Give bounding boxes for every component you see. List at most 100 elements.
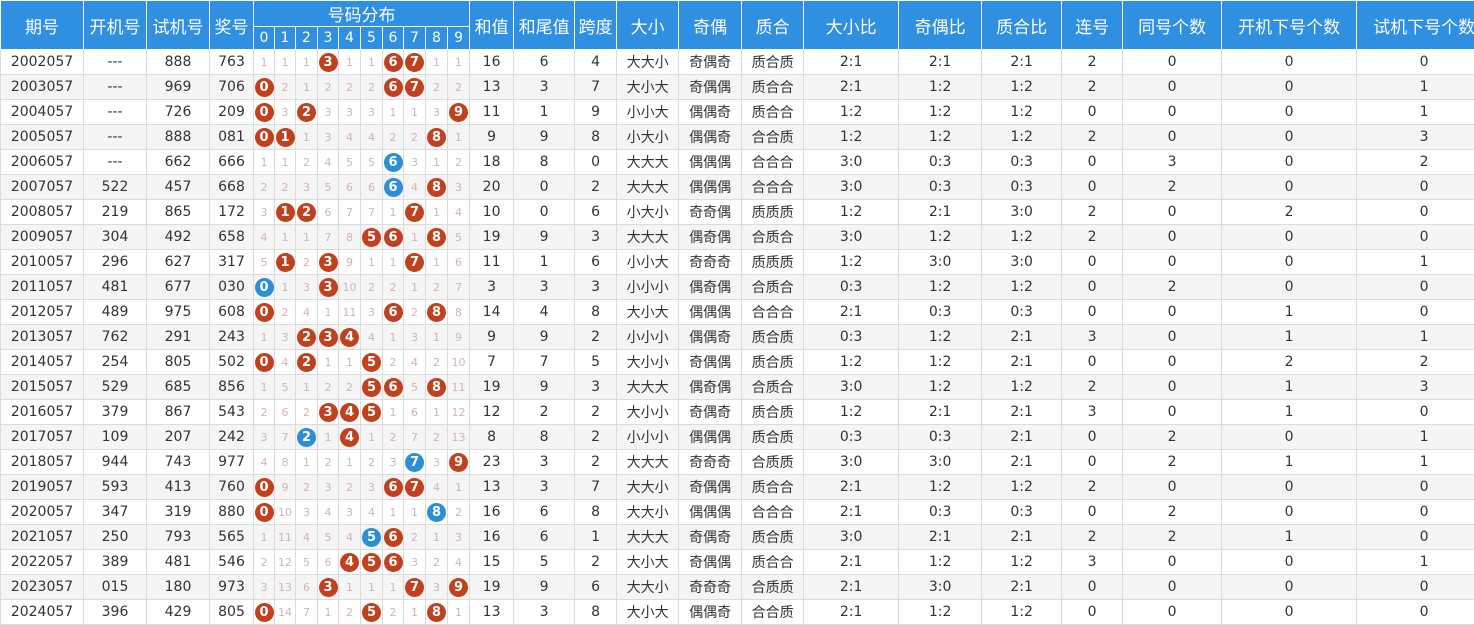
digit-miss-cell: 2 <box>360 74 383 100</box>
digit-miss-cell: 1 <box>253 524 275 550</box>
digit-hit-cell: 3 <box>317 574 339 600</box>
size-ratio-cell: 3:0 <box>803 524 900 550</box>
test-machine-cell: 865 <box>146 199 210 225</box>
digit-miss-cell: 3 <box>360 299 383 325</box>
digit-miss-cell: 1 <box>425 524 448 550</box>
odd-even-ratio-cell: 2:1 <box>898 199 983 225</box>
consecutive-cell: 0 <box>1061 349 1124 375</box>
size-cell: 大大小 <box>616 574 680 600</box>
digit-hit-cell: 9 <box>446 449 471 475</box>
period-cell: 2011057 <box>0 274 84 300</box>
size-ratio-cell: 1:2 <box>803 399 900 425</box>
digit-miss-cell: 2 <box>446 74 471 100</box>
digit-hit-cell: 8 <box>425 299 448 325</box>
miss-count: 2 <box>303 405 310 419</box>
sum-tail-cell: 3 <box>513 474 576 500</box>
sum-tail-cell: 3 <box>513 449 576 475</box>
digit-miss-cell: 1 <box>382 249 404 275</box>
digit-miss-cell: 4 <box>446 549 471 575</box>
digit-miss-cell: 1 <box>382 574 404 600</box>
miss-count: 1 <box>260 380 268 394</box>
digit-miss-cell: 5 <box>360 149 383 175</box>
col-odd-even-ratio-header[interactable]: 奇偶比 <box>898 0 983 50</box>
open-next-cell: 0 <box>1221 174 1358 200</box>
digit-miss-cell: 2 <box>425 274 448 300</box>
col-open-machine-header[interactable]: 开机号 <box>83 0 147 50</box>
col-prime-ratio-header[interactable]: 质合比 <box>981 0 1063 50</box>
table-row: 2014057 254 805 502 0 4 2 1 1 5 2 4 2 10 7 7 5 大小小 奇偶偶 质合质 1… <box>0 349 1474 375</box>
same-count-cell: 0 <box>1122 599 1223 625</box>
digit-miss-cell: 1 <box>360 574 383 600</box>
col-open-next-header[interactable]: 开机下号个数 <box>1221 0 1358 50</box>
period-cell: 2010057 <box>0 249 84 275</box>
col-odd-even-header[interactable]: 奇偶 <box>678 0 743 50</box>
test-next-cell: 1 <box>1356 449 1474 475</box>
digit-miss-cell: 3 <box>360 99 383 125</box>
miss-count: 2 <box>281 180 289 194</box>
col-period-header[interactable]: 期号 <box>0 0 84 50</box>
digit-miss-cell: 7 <box>274 424 296 450</box>
open-next-cell: 0 <box>1221 549 1358 575</box>
miss-count: 4 <box>324 505 332 519</box>
lottery-trend-table: 期号 开机号 试机号 奖号 号码分布 和值 和尾值 跨度 大小 奇偶 质合 大小… <box>0 0 1474 625</box>
miss-count: 1 <box>433 255 440 269</box>
miss-count: 11 <box>342 305 357 319</box>
sum-cell: 13 <box>469 599 515 625</box>
period-cell: 2012057 <box>0 299 84 325</box>
odd-even-cell: 偶奇偶 <box>678 274 743 300</box>
digit-hit-cell: 6 <box>382 474 404 500</box>
digit-hit-cell: 4 <box>338 324 361 350</box>
col-prime-composite-header[interactable]: 质合 <box>741 0 805 50</box>
digit-miss-cell: 1 <box>382 399 404 425</box>
col-sum-tail-header[interactable]: 和尾值 <box>513 0 576 50</box>
miss-count: 6 <box>455 255 463 269</box>
span-cell: 7 <box>574 474 618 500</box>
prime-composite-cell: 合质质 <box>741 574 805 600</box>
prime-ratio-cell: 0:3 <box>981 174 1063 200</box>
prize-cell: 805 <box>209 599 254 625</box>
ball-red: 8 <box>427 377 446 397</box>
prime-composite-cell: 合合合 <box>741 174 805 200</box>
miss-count: 4 <box>281 355 289 369</box>
miss-count: 6 <box>324 555 332 569</box>
col-prize-header[interactable]: 奖号 <box>209 0 254 50</box>
col-span-header[interactable]: 跨度 <box>574 0 618 50</box>
col-test-next-header[interactable]: 试机下号个数 <box>1356 0 1474 50</box>
sum-cell: 13 <box>469 74 515 100</box>
sum-cell: 16 <box>469 499 515 525</box>
span-cell: 8 <box>574 299 618 325</box>
ball-blue: 6 <box>383 177 403 197</box>
same-count-cell: 0 <box>1122 99 1223 125</box>
consecutive-cell: 2 <box>1061 374 1124 400</box>
digit-miss-cell: 4 <box>295 299 318 325</box>
ball-red: 6 <box>383 52 403 72</box>
col-sum-header[interactable]: 和值 <box>469 0 515 50</box>
col-test-machine-header[interactable]: 试机号 <box>146 0 210 50</box>
digit-miss-cell: 3 <box>446 524 471 550</box>
col-size-ratio-header[interactable]: 大小比 <box>803 0 900 50</box>
prize-cell: 317 <box>209 249 254 275</box>
odd-even-cell: 偶偶偶 <box>678 299 743 325</box>
miss-count: 8 <box>455 305 463 319</box>
ball-red: 5 <box>362 377 381 397</box>
prize-cell: 973 <box>209 574 254 600</box>
digit-miss-cell: 3 <box>253 574 275 600</box>
col-size-header[interactable]: 大小 <box>616 0 680 50</box>
miss-count: 1 <box>389 505 397 519</box>
prime-ratio-cell: 0:3 <box>981 149 1063 175</box>
miss-count: 2 <box>260 405 268 419</box>
table-header: 期号 开机号 试机号 奖号 号码分布 和值 和尾值 跨度 大小 奇偶 质合 大小… <box>0 0 1474 50</box>
miss-count: 4 <box>260 230 268 244</box>
prime-ratio-cell: 3:0 <box>981 249 1063 275</box>
col-same-count-header[interactable]: 同号个数 <box>1122 0 1223 50</box>
odd-even-ratio-cell: 2:1 <box>898 524 983 550</box>
span-cell: 2 <box>574 399 618 425</box>
col-consecutive-header[interactable]: 连号 <box>1061 0 1124 50</box>
sum-tail-cell: 0 <box>513 199 576 225</box>
miss-count: 1 <box>411 105 418 119</box>
odd-even-cell: 奇奇奇 <box>678 249 743 275</box>
miss-count: 2 <box>433 280 440 294</box>
ball-blue: 8 <box>427 502 446 522</box>
miss-count: 5 <box>324 180 332 194</box>
digit-miss-cell: 1 <box>295 224 318 250</box>
